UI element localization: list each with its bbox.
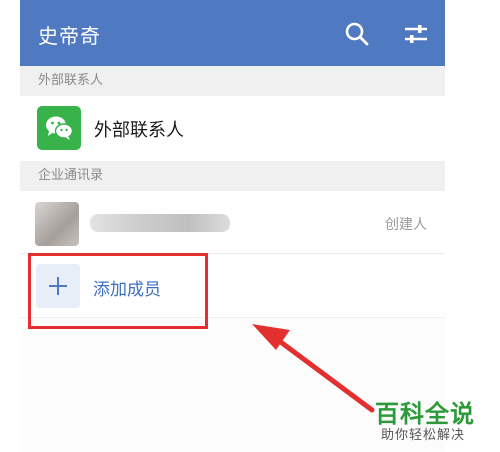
wechat-icon xyxy=(37,106,81,150)
header-title: 史帝奇 xyxy=(38,24,101,48)
phone-screen: 史帝奇 外部联系人 外部联系人 企业通讯录 创建人 添加成员 xyxy=(20,0,445,452)
sliders-icon[interactable] xyxy=(402,20,430,48)
app-header: 史帝奇 xyxy=(20,0,445,66)
external-contacts-label: 外部联系人 xyxy=(94,120,184,141)
external-contacts-item[interactable]: 外部联系人 xyxy=(20,96,445,161)
search-icon[interactable] xyxy=(343,20,371,48)
section-label-enterprise: 企业通讯录 xyxy=(20,161,445,191)
member-row-creator[interactable]: 创建人 xyxy=(20,191,445,254)
section-label-external: 外部联系人 xyxy=(20,66,445,96)
avatar xyxy=(35,202,79,246)
highlight-annotation-box xyxy=(28,253,208,329)
blurred-member-name xyxy=(90,214,230,232)
watermark: 百科全说 助你轻松解决 xyxy=(373,394,493,452)
watermark-tagline: 助你轻松解决 xyxy=(381,428,466,443)
creator-tag: 创建人 xyxy=(385,217,427,233)
